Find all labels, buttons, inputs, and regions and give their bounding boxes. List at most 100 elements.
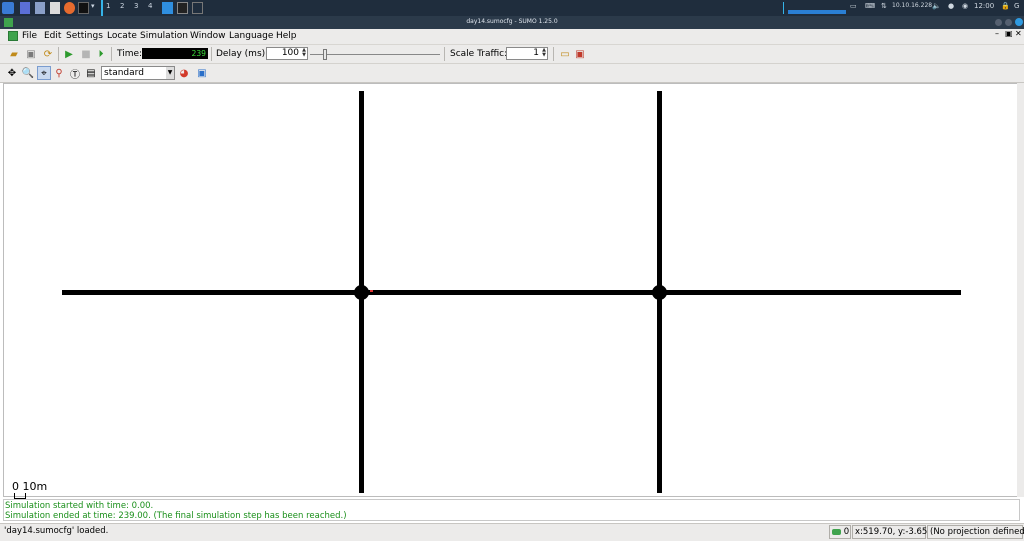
workspace-indicator <box>101 0 103 16</box>
minimize-icon[interactable] <box>995 19 1002 26</box>
menu-language[interactable]: Language <box>229 31 273 41</box>
toolbar-separator <box>58 47 59 61</box>
reload-config-icon[interactable]: ▣ <box>24 47 38 61</box>
lock-icon[interactable]: 🔒 <box>1001 2 1010 10</box>
network-icon[interactable]: ⇅ <box>881 2 887 10</box>
file-manager-icon[interactable] <box>20 2 30 14</box>
delay-label: Delay (ms): <box>216 49 269 59</box>
view-toolbar: ✥ 🔍 ⌖ ⚲ Ⓣ ▤ standard ▼ ◕ ▣ <box>0 64 1024 83</box>
close-icon[interactable] <box>1015 18 1023 26</box>
junction-west[interactable] <box>354 285 369 300</box>
vscode-icon[interactable] <box>162 2 173 14</box>
keyboard-icon[interactable]: ⌨ <box>865 2 875 10</box>
ip-address: 10.10.16.228 <box>892 2 933 9</box>
new-3d-view-icon[interactable]: ▣ <box>573 47 587 61</box>
system-taskbar: ▾ 1 2 3 4 ▭ ⌨ ⇅ 10.10.16.228 🔈 ● ◉ 12:00… <box>0 0 1024 16</box>
simulation-toolbar: ▰ ▣ ⟳ ▶ ■ ⏵ Time: 239 Delay (ms): 100 ▲ ▼… <box>0 45 1024 64</box>
play-icon[interactable]: ▶ <box>62 47 76 61</box>
menu-settings[interactable]: Settings <box>66 31 103 41</box>
menu-file[interactable]: File <box>22 31 37 41</box>
mdi-window-icon[interactable] <box>8 31 18 41</box>
delay-spinner[interactable]: 100 ▲ ▼ <box>266 47 308 60</box>
workspace-2[interactable]: 2 <box>120 2 124 10</box>
edit-breakpoints-icon[interactable]: Ⓣ <box>68 66 82 81</box>
window-icon[interactable] <box>192 2 203 14</box>
mdi-minimize-icon[interactable]: – <box>995 29 999 38</box>
screenshot-icon[interactable]: ▤ <box>84 66 98 80</box>
scale-traffic-label: Scale Traffic: <box>450 49 508 59</box>
maximize-icon[interactable] <box>1005 19 1012 26</box>
menu-window[interactable]: Window <box>190 31 226 41</box>
select-mode-icon[interactable]: ⌖ <box>37 66 51 80</box>
workspace-1[interactable]: 1 <box>106 2 110 10</box>
status-bar: 'day14.sumocfg' loaded. 0 x:519.70, y:-3… <box>0 523 1024 541</box>
menu-locate[interactable]: Locate <box>107 31 137 41</box>
menu-help[interactable]: Help <box>276 31 297 41</box>
zoom-icon[interactable]: 🔍 <box>21 66 35 80</box>
junction-east[interactable] <box>652 285 667 300</box>
scale-legend: 0 10m <box>12 480 47 499</box>
delay-slider-handle[interactable] <box>323 49 327 60</box>
volume-icon[interactable]: 🔈 <box>932 2 941 10</box>
network-view-canvas[interactable]: 0 10m <box>3 83 1020 499</box>
reload-icon[interactable]: ⟳ <box>41 47 55 61</box>
mdi-close-icon[interactable]: ✕ <box>1015 29 1022 38</box>
spinner-arrows-icon[interactable]: ▲ ▼ <box>301 48 307 59</box>
message-line: Simulation started with time: 0.00. <box>5 501 154 511</box>
time-display: 239 <box>142 48 208 59</box>
clock-time[interactable]: 12:00 <box>974 2 994 10</box>
scale-traffic-spinner[interactable]: 1 ▲ ▼ <box>506 47 548 60</box>
new-view-icon[interactable]: ▭ <box>558 47 572 61</box>
locate-icon[interactable]: ⚲ <box>52 66 66 80</box>
road-east-west[interactable] <box>62 290 961 295</box>
message-window: Simulation started with time: 0.00. Simu… <box>3 499 1020 521</box>
step-icon[interactable]: ⏵ <box>94 47 108 61</box>
workspace-4[interactable]: 4 <box>148 2 152 10</box>
message-line: Simulation ended at time: 239.00. (The f… <box>5 511 347 521</box>
firefox-icon[interactable] <box>64 2 75 14</box>
mail-icon[interactable] <box>35 2 45 14</box>
window-switch-icon[interactable]: ▭ <box>850 2 857 10</box>
projection-info: (No projection defined) <box>927 525 1024 539</box>
delay-slider-track[interactable] <box>310 54 440 55</box>
document-icon[interactable] <box>50 2 60 14</box>
traffic-light-marker <box>370 290 373 292</box>
toolbar-separator <box>444 47 445 61</box>
canvas-scrollbar[interactable] <box>1017 83 1024 497</box>
chevron-down-icon[interactable]: ▾ <box>91 2 95 10</box>
mdi-restore-icon[interactable]: ▣ <box>1005 29 1013 38</box>
graph-divider <box>783 2 784 14</box>
edit-coloring-icon[interactable]: ◕ <box>177 66 191 80</box>
window-title: day14.sumocfg - SUMO 1.25.0 <box>466 18 558 25</box>
spinner-arrows-icon[interactable]: ▲ ▼ <box>541 48 547 59</box>
vehicle-count-field: 0 <box>829 525 851 539</box>
terminal-icon[interactable] <box>78 2 89 14</box>
status-message: 'day14.sumocfg' loaded. <box>4 526 109 536</box>
recenter-icon[interactable]: ✥ <box>5 66 19 80</box>
notification-bell-icon[interactable]: ● <box>948 2 954 10</box>
window-titlebar[interactable]: day14.sumocfg - SUMO 1.25.0 <box>0 16 1024 29</box>
scale-traffic-value[interactable]: 1 <box>533 48 539 58</box>
color-scheme-value: standard <box>104 68 144 78</box>
workspace-3[interactable]: 3 <box>134 2 138 10</box>
vehicle-icon <box>832 528 841 535</box>
toolbar-separator <box>553 47 554 61</box>
toolbar-separator <box>211 47 212 61</box>
delay-value[interactable]: 100 <box>282 48 299 58</box>
toolbar-separator <box>111 47 112 61</box>
color-scheme-select[interactable]: standard ▼ <box>101 66 175 80</box>
terminal-window-icon[interactable] <box>177 2 188 14</box>
menu-bar: File Edit Settings Locate Simulation Win… <box>0 29 1024 45</box>
menu-simulation[interactable]: Simulation <box>140 31 188 41</box>
network-graph <box>788 10 846 14</box>
cursor-coordinates: x:519.70, y:-3.65 <box>852 525 927 539</box>
clock-icon: ◉ <box>962 2 969 10</box>
app-menu-icon[interactable] <box>2 2 14 14</box>
menu-edit[interactable]: Edit <box>44 31 61 41</box>
time-label: Time: <box>117 49 143 59</box>
stop-icon[interactable]: ■ <box>79 47 93 61</box>
power-icon[interactable]: G <box>1014 2 1019 10</box>
chevron-down-icon[interactable]: ▼ <box>166 67 174 79</box>
open-folder-icon[interactable]: ▰ <box>7 47 21 61</box>
edit-viewport-icon[interactable]: ▣ <box>195 66 209 80</box>
